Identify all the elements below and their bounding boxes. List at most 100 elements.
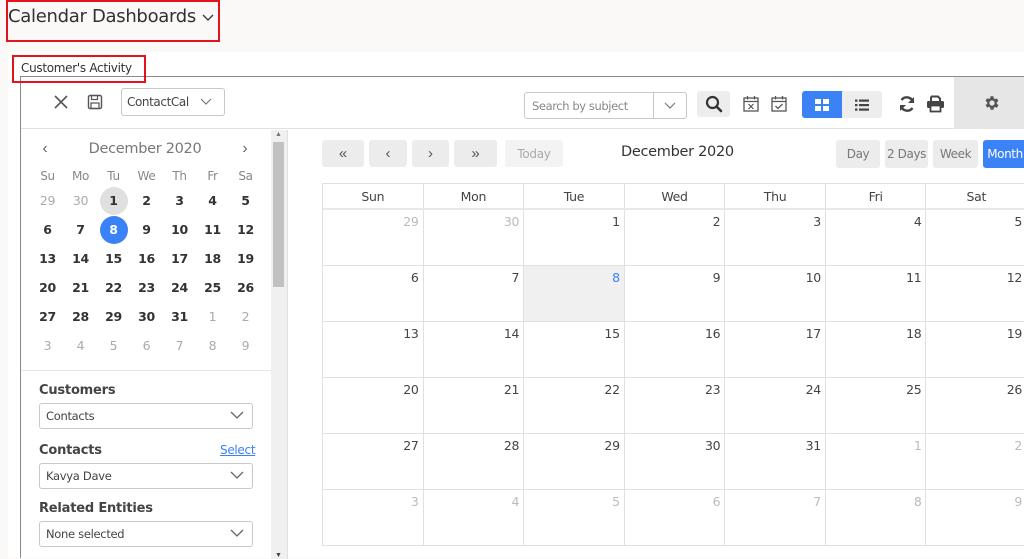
dashboard-selector[interactable]: Calendar Dashboards — [8, 6, 214, 27]
mini-calendar-day[interactable]: 24 — [163, 274, 196, 301]
mini-calendar-day[interactable]: 23 — [130, 274, 163, 301]
view-week-button[interactable]: Week — [933, 140, 978, 168]
search-dropdown-button[interactable] — [653, 93, 686, 118]
mini-calendar-day[interactable]: 4 — [64, 332, 97, 359]
mini-calendar-day[interactable]: 11 — [196, 216, 229, 243]
related-entities-select[interactable]: None selected — [39, 521, 253, 547]
mini-calendar-day[interactable]: 12 — [229, 216, 262, 243]
day-cell[interactable]: 7 — [725, 490, 826, 545]
contacts-select-link[interactable]: Select — [220, 443, 256, 457]
mini-calendar-day[interactable]: 28 — [64, 303, 97, 330]
day-cell[interactable]: 5 — [926, 210, 1024, 265]
day-cell[interactable]: 24 — [725, 378, 826, 433]
day-cell[interactable]: 25 — [826, 378, 927, 433]
mini-calendar-day[interactable]: 8 — [196, 332, 229, 359]
grid-view-button[interactable] — [802, 91, 842, 118]
contacts-select[interactable]: Kavya Dave — [39, 463, 253, 489]
day-cell[interactable]: 3 — [323, 490, 424, 545]
mini-calendar-day[interactable]: 31 — [163, 303, 196, 330]
scroll-up-icon[interactable]: ▲ — [275, 131, 282, 138]
day-cell[interactable]: 10 — [725, 266, 826, 321]
day-cell[interactable]: 2 — [926, 434, 1024, 489]
day-cell[interactable]: 3 — [725, 210, 826, 265]
day-cell[interactable]: 7 — [424, 266, 525, 321]
calendar-x-icon[interactable] — [741, 94, 761, 114]
mini-calendar-day[interactable]: 16 — [130, 245, 163, 272]
mini-calendar-day[interactable]: 3 — [31, 332, 64, 359]
scrollbar-thumb[interactable] — [273, 142, 284, 287]
search-button[interactable] — [697, 91, 730, 117]
print-icon[interactable] — [924, 94, 946, 114]
mini-calendar-day[interactable]: 29 — [31, 187, 64, 214]
mini-calendar-day[interactable]: 2 — [130, 187, 163, 214]
mini-calendar-day-selected[interactable]: 8 — [97, 216, 130, 244]
mini-calendar-next-button[interactable]: › — [235, 140, 255, 158]
calendar-select[interactable]: ContactCal — [121, 88, 225, 116]
mini-calendar-day[interactable]: 5 — [97, 332, 130, 359]
mini-calendar-day[interactable]: 17 — [163, 245, 196, 272]
mini-calendar-day[interactable]: 22 — [97, 274, 130, 301]
day-cell[interactable]: 1 — [826, 434, 927, 489]
mini-calendar-day[interactable]: 3 — [163, 187, 196, 214]
day-cell[interactable]: 29 — [524, 434, 625, 489]
day-cell[interactable]: 14 — [424, 322, 525, 377]
mini-calendar-day[interactable]: 15 — [97, 245, 130, 272]
day-cell[interactable]: 29 — [323, 210, 424, 265]
day-cell[interactable]: 2 — [625, 210, 726, 265]
save-icon[interactable] — [85, 92, 105, 112]
day-cell[interactable]: 26 — [926, 378, 1024, 433]
mini-calendar-day[interactable]: 9 — [130, 216, 163, 243]
refresh-icon[interactable] — [897, 94, 917, 114]
today-button[interactable]: Today — [505, 140, 563, 167]
mini-calendar-day[interactable]: 1 — [196, 303, 229, 330]
mini-calendar-prev-button[interactable]: ‹ — [35, 140, 55, 158]
mini-calendar-day[interactable]: 7 — [163, 332, 196, 359]
mini-calendar-day[interactable]: 13 — [31, 245, 64, 272]
mini-calendar-day[interactable]: 20 — [31, 274, 64, 301]
mini-calendar-day[interactable]: 14 — [64, 245, 97, 272]
prev-button[interactable]: ‹ — [369, 140, 407, 167]
sidebar-scrollbar[interactable]: ▲ ▼ — [271, 130, 287, 559]
day-cell[interactable]: 30 — [424, 210, 525, 265]
settings-button[interactable] — [954, 77, 1024, 129]
day-cell[interactable]: 6 — [625, 490, 726, 545]
mini-calendar-day[interactable]: 27 — [31, 303, 64, 330]
day-cell[interactable]: 15 — [524, 322, 625, 377]
day-cell[interactable]: 22 — [524, 378, 625, 433]
day-cell[interactable]: 27 — [323, 434, 424, 489]
day-cell[interactable]: 4 — [424, 490, 525, 545]
mini-calendar-day[interactable]: 30 — [130, 303, 163, 330]
day-cell[interactable]: 23 — [625, 378, 726, 433]
last-button[interactable]: » — [454, 140, 497, 167]
day-cell[interactable]: 31 — [725, 434, 826, 489]
mini-calendar-day[interactable]: 4 — [196, 187, 229, 214]
day-cell[interactable]: 1 — [524, 210, 625, 265]
mini-calendar-day[interactable]: 2 — [229, 303, 262, 330]
mini-calendar-day[interactable]: 10 — [163, 216, 196, 243]
day-cell[interactable]: 9 — [625, 266, 726, 321]
close-icon[interactable] — [51, 92, 71, 112]
day-cell[interactable]: 20 — [323, 378, 424, 433]
mini-calendar-day[interactable]: 25 — [196, 274, 229, 301]
mini-calendar-day[interactable]: 7 — [64, 216, 97, 243]
mini-calendar-day[interactable]: 6 — [31, 216, 64, 243]
customers-select[interactable]: Contacts — [39, 403, 253, 429]
mini-calendar-day[interactable]: 9 — [229, 332, 262, 359]
day-cell[interactable]: 30 — [625, 434, 726, 489]
mini-calendar-day[interactable]: 30 — [64, 187, 97, 214]
day-cell-today[interactable]: 8 — [524, 266, 625, 321]
day-cell[interactable]: 17 — [725, 322, 826, 377]
view-month-button[interactable]: Month — [983, 140, 1024, 168]
day-cell[interactable]: 21 — [424, 378, 525, 433]
day-cell[interactable]: 4 — [826, 210, 927, 265]
list-view-button[interactable] — [842, 91, 882, 118]
mini-calendar-day[interactable]: 29 — [97, 303, 130, 330]
mini-calendar-day[interactable]: 21 — [64, 274, 97, 301]
mini-calendar-day[interactable]: 19 — [229, 245, 262, 272]
view-day-button[interactable]: Day — [836, 140, 880, 168]
day-cell[interactable]: 9 — [926, 490, 1024, 545]
day-cell[interactable]: 5 — [524, 490, 625, 545]
day-cell[interactable]: 6 — [323, 266, 424, 321]
first-button[interactable]: « — [322, 140, 364, 167]
view-2days-button[interactable]: 2 Days — [885, 140, 928, 168]
